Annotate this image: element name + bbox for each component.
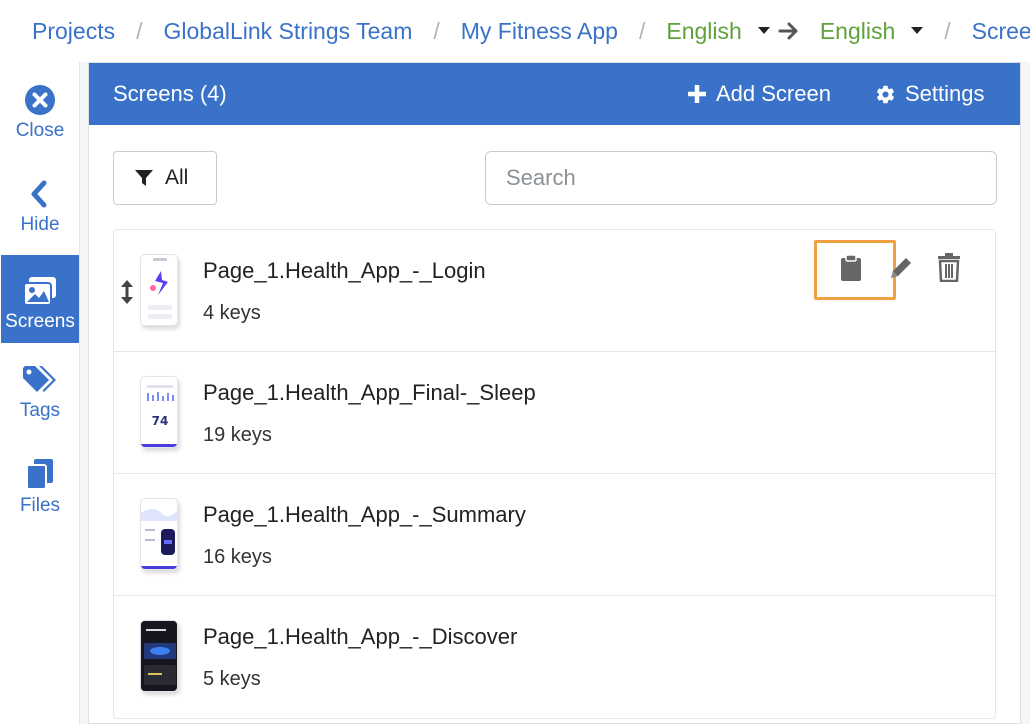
sidebar: Close Hide Screens Tags Files — [0, 62, 80, 724]
sidebar-item-tags[interactable]: Tags — [1, 344, 79, 432]
close-circle-icon — [25, 85, 55, 115]
add-screen-button[interactable]: Add Screen — [687, 81, 831, 107]
panel-header: Screens (4) Add Screen Settings — [89, 63, 1020, 125]
screens-panel: Screens (4) Add Screen Settings All Sear… — [88, 62, 1021, 724]
clipboard-icon[interactable] — [840, 254, 862, 287]
search-input[interactable] — [485, 151, 997, 205]
settings-label: Settings — [905, 81, 985, 106]
screen-thumbnail[interactable] — [140, 620, 178, 692]
app-window: Projects / GlobalLink Strings Team / My … — [0, 0, 1030, 724]
list-item[interactable]: 74 Page_1.Health_App_Final-_Sleep 19 key… — [114, 352, 995, 474]
list-item[interactable]: Page_1.Health_App_-_Login 4 keys — [114, 230, 995, 352]
breadcrumb-app[interactable]: My Fitness App — [461, 18, 618, 45]
list-item[interactable]: Page_1.Health_App_-_Discover 5 keys — [114, 596, 995, 718]
screen-name: Page_1.Health_App_-_Discover — [203, 624, 518, 649]
screen-key-count: 4 keys — [203, 302, 261, 324]
sidebar-item-label: Close — [15, 120, 65, 141]
screens-list: Page_1.Health_App_-_Login 4 keys 74 Page… — [113, 229, 996, 719]
breadcrumb-separator: / — [433, 17, 440, 44]
breadcrumb-team[interactable]: GlobalLink Strings Team — [163, 18, 412, 45]
pencil-icon[interactable] — [887, 254, 915, 287]
sidebar-item-label: Hide — [20, 214, 60, 235]
source-language-dropdown[interactable]: English — [666, 18, 741, 45]
screen-name: Page_1.Health_App_-_Login — [203, 258, 486, 283]
list-item[interactable]: Page_1.Health_App_-_Summary 16 keys — [114, 474, 995, 596]
sidebar-item-label: Tags — [19, 400, 61, 421]
trash-icon[interactable] — [937, 252, 961, 287]
sidebar-item-files[interactable]: Files — [1, 437, 79, 525]
sidebar-item-label: Screens — [5, 311, 75, 332]
breadcrumb-separator: / — [136, 17, 143, 44]
caret-down-icon[interactable] — [757, 27, 770, 35]
arrow-right-icon — [778, 21, 800, 41]
caret-down-icon[interactable] — [911, 27, 924, 35]
thumbnail-number: 74 — [152, 414, 169, 428]
screen-key-count: 16 keys — [203, 546, 272, 568]
chevron-left-icon — [31, 180, 47, 208]
filter-button[interactable]: All — [113, 151, 217, 205]
screen-thumbnail[interactable]: 74 — [140, 376, 178, 448]
panel-title: Screens (4) — [113, 81, 227, 106]
sidebar-item-hide[interactable]: Hide — [1, 158, 79, 246]
sidebar-item-close[interactable]: Close — [1, 64, 79, 152]
add-screen-label: Add Screen — [716, 81, 831, 106]
screen-name: Page_1.Health_App_-_Summary — [203, 502, 526, 527]
breadcrumb-screens[interactable]: Screens — [972, 18, 1030, 45]
screen-thumbnail[interactable] — [140, 254, 178, 326]
screen-key-count: 19 keys — [203, 424, 272, 446]
files-icon — [26, 459, 53, 490]
settings-button[interactable]: Settings — [875, 81, 985, 107]
breadcrumb-projects[interactable]: Projects — [32, 18, 115, 45]
breadcrumb: Projects / GlobalLink Strings Team / My … — [0, 0, 1030, 62]
breadcrumb-separator: / — [944, 17, 951, 44]
tags-icon — [23, 366, 56, 392]
gear-icon — [876, 85, 895, 103]
sidebar-item-label: Files — [19, 495, 61, 516]
sidebar-item-screens[interactable]: Screens — [1, 255, 79, 343]
filter-label: All — [165, 166, 189, 189]
breadcrumb-separator: / — [638, 17, 646, 44]
drag-handle-icon[interactable] — [120, 278, 134, 311]
plus-icon — [688, 85, 706, 103]
screen-thumbnail[interactable] — [140, 498, 178, 570]
screen-key-count: 5 keys — [203, 668, 261, 690]
target-language-dropdown[interactable]: English — [820, 18, 895, 45]
images-icon — [23, 277, 56, 306]
filter-icon — [135, 170, 153, 186]
screen-name: Page_1.Health_App_Final-_Sleep — [203, 380, 536, 405]
